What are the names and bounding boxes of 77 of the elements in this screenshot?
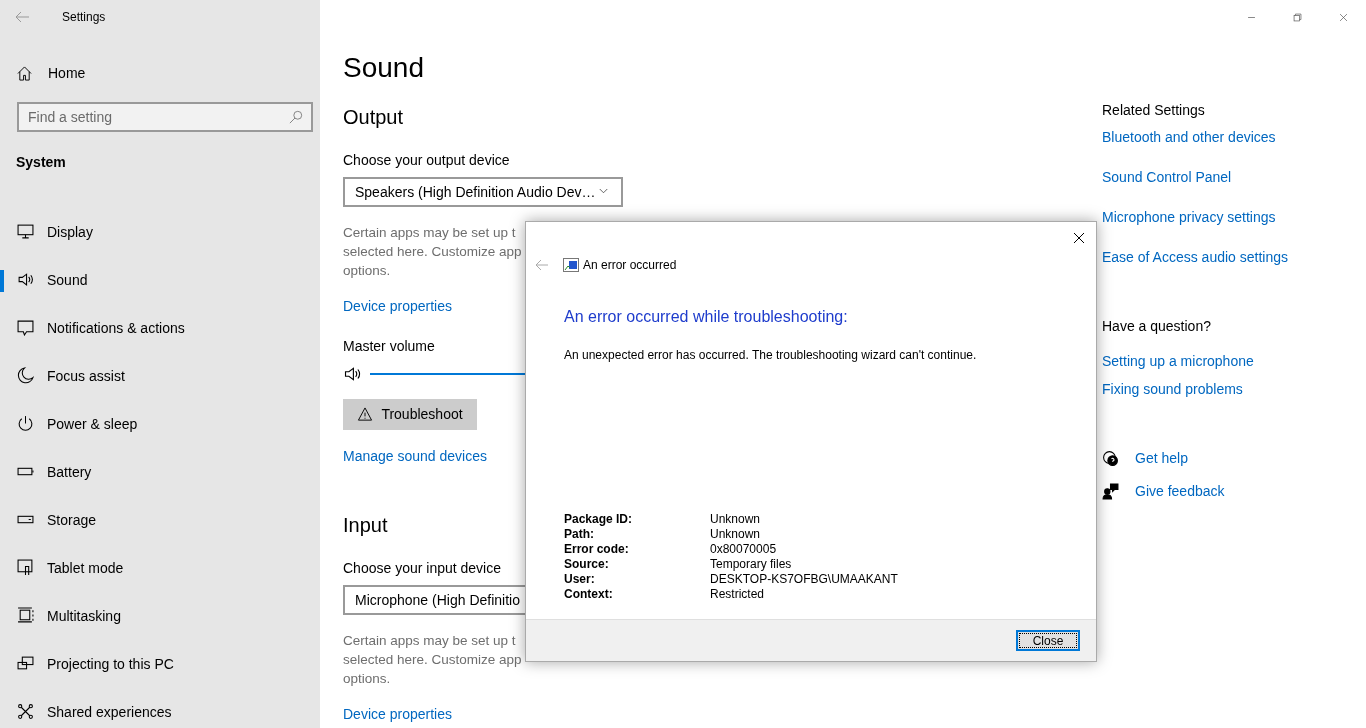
person-feedback-icon xyxy=(1102,483,1119,500)
sidebar-item[interactable]: Shared experiences xyxy=(0,688,320,728)
sidebar-item[interactable]: Notifications & actions xyxy=(0,304,320,352)
sidebar-item[interactable]: Power & sleep xyxy=(0,400,320,448)
detail-label: Package ID: xyxy=(564,512,633,527)
back-arrow-icon[interactable] xyxy=(535,259,549,271)
detail-label: Context: xyxy=(564,587,613,602)
restore-icon[interactable] xyxy=(1291,11,1303,23)
field-label: Master volume xyxy=(343,337,435,356)
page-title: Sound xyxy=(343,54,424,82)
detail-label: Error code: xyxy=(564,542,629,557)
note-text: selected here. Customize app xyxy=(343,243,522,261)
sidebar-item[interactable]: Focus assist xyxy=(0,352,320,400)
warning-icon xyxy=(357,407,374,422)
field-label: Choose your output device xyxy=(343,151,510,170)
related-link[interactable]: Microphone privacy settings xyxy=(1102,207,1362,228)
help-link[interactable]: Setting up a microphone xyxy=(1102,351,1362,372)
sidebar-item[interactable]: Sound xyxy=(0,256,320,304)
detail-value: Temporary files xyxy=(710,557,792,572)
detail-value: DESKTOP-KS7OFBG\UMAAKANT xyxy=(710,572,898,587)
home-icon xyxy=(17,65,32,81)
note-text: Certain apps may be set up t xyxy=(343,224,516,242)
troubleshooter-icon xyxy=(563,258,579,272)
back-arrow-icon[interactable] xyxy=(14,9,30,25)
close-button[interactable]: Close xyxy=(1016,630,1080,651)
manage-devices-link[interactable]: Manage sound devices xyxy=(343,446,487,467)
network-icon xyxy=(17,703,34,720)
home-nav-item[interactable]: Home xyxy=(0,56,320,90)
section-heading: Output xyxy=(343,105,404,130)
help-bubble-icon xyxy=(1102,450,1119,467)
moon-icon xyxy=(17,367,34,384)
detail-value: 0x80070005 xyxy=(710,542,777,557)
dialog-title: An error occurred xyxy=(583,257,677,274)
detail-value: Unknown xyxy=(710,512,761,527)
sidebar-item[interactable]: Battery xyxy=(0,448,320,496)
support-link[interactable]: Get help xyxy=(1135,448,1188,469)
sidebar-item[interactable]: Tablet mode xyxy=(0,544,320,592)
detail-label: Path: xyxy=(564,527,594,542)
monitor-icon xyxy=(17,223,34,240)
section-heading: System xyxy=(16,153,67,172)
detail-value: Restricted xyxy=(710,587,765,602)
related-link[interactable]: Bluetooth and other devices xyxy=(1102,127,1362,148)
section-heading: Have a question? xyxy=(1102,317,1211,336)
note-text: options. xyxy=(343,670,391,688)
error-message: An unexpected error has occurred. The troubleshooting wizard can't continue. xyxy=(564,347,977,364)
field-label: Choose your input device xyxy=(343,559,501,578)
speaker-icon xyxy=(343,365,362,383)
window-title: Settings xyxy=(61,9,106,26)
power-icon xyxy=(17,415,34,432)
speaker-icon xyxy=(17,271,34,288)
note-text: options. xyxy=(343,262,391,280)
note-text: Certain apps may be set up t xyxy=(343,632,516,650)
device-properties-link[interactable]: Device properties xyxy=(343,296,452,317)
search-field[interactable]: Find a setting xyxy=(17,102,313,132)
section-heading: Input xyxy=(343,513,388,538)
sidebar-item[interactable]: Storage xyxy=(0,496,320,544)
sidebar-item[interactable]: Display xyxy=(0,208,320,256)
tablet-icon xyxy=(17,559,34,576)
support-link[interactable]: Give feedback xyxy=(1135,481,1225,502)
troubleshoot-button[interactable]: Troubleshoot xyxy=(343,399,477,430)
device-dropdown[interactable]: Speakers (High Definition Audio Dev… xyxy=(343,177,623,207)
device-properties-link[interactable]: Device properties xyxy=(343,704,452,725)
projector-icon xyxy=(17,655,34,672)
help-link[interactable]: Fixing sound problems xyxy=(1102,379,1362,400)
detail-value: Unknown xyxy=(710,527,761,542)
sidebar-item[interactable]: Multitasking xyxy=(0,592,320,640)
note-text: selected here. Customize app xyxy=(343,651,522,669)
related-link[interactable]: Sound Control Panel xyxy=(1102,167,1362,188)
windows-icon xyxy=(17,607,34,624)
section-heading: Related Settings xyxy=(1102,101,1205,120)
close-icon[interactable] xyxy=(1073,232,1085,244)
detail-label: User: xyxy=(564,572,595,587)
related-link[interactable]: Ease of Access audio settings xyxy=(1102,247,1362,268)
speech-bubble-icon xyxy=(17,319,34,336)
detail-label: Source: xyxy=(564,557,609,572)
sidebar-item[interactable]: Projecting to this PC xyxy=(0,640,320,688)
dialog-heading: An error occurred while troubleshooting: xyxy=(564,307,848,327)
